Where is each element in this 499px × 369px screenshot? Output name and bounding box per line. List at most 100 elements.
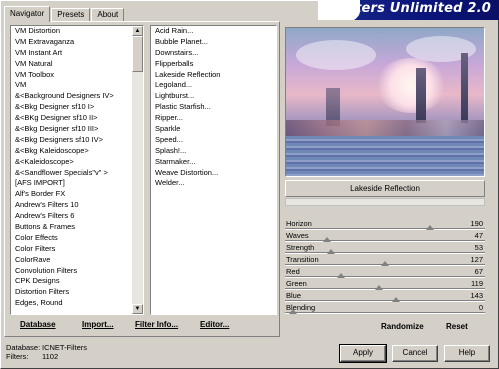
slider-value: 190 <box>470 219 483 228</box>
filter-item[interactable]: Acid Rain... <box>151 26 276 37</box>
filter-info-button[interactable]: Filter Info... <box>135 320 178 329</box>
selected-filter-name: Lakeside Reflection <box>285 180 485 197</box>
database-button[interactable]: Database <box>20 320 56 329</box>
parameter-sliders: Horizon 190 Waves 47 Strength 53 Transition 127… <box>285 218 485 314</box>
slider-label: Green <box>286 279 307 288</box>
preview-scrollbar[interactable] <box>285 198 485 206</box>
database-label: Database: <box>6 343 41 352</box>
filter-preview-image <box>285 27 485 177</box>
category-item[interactable]: VM <box>11 80 143 91</box>
status-area: Database: ICNET-Filters Filters: 1102 <box>6 343 87 361</box>
tab-about[interactable]: About <box>91 8 125 22</box>
category-item[interactable]: &<Background Designers IV> <box>11 91 143 102</box>
preview-tower <box>416 68 426 123</box>
slider-row: Red 67 <box>285 266 485 278</box>
filter-item[interactable]: Weave Distortion... <box>151 168 276 179</box>
slider-value: 143 <box>470 291 483 300</box>
slider-value: 47 <box>474 231 483 240</box>
slider-row: Horizon 190 <box>285 218 485 230</box>
preview-cloud <box>296 40 376 70</box>
filter-item[interactable]: Lakeside Reflection <box>151 70 276 81</box>
help-button[interactable]: Help <box>444 345 490 362</box>
slider-thumb[interactable] <box>289 309 297 314</box>
filter-item[interactable]: Ripper... <box>151 113 276 124</box>
filter-item[interactable]: Starmaker... <box>151 157 276 168</box>
category-item[interactable]: ColorRave <box>11 255 143 266</box>
cancel-button[interactable]: Cancel <box>392 345 438 362</box>
category-item[interactable]: VM Instant Art <box>11 48 143 59</box>
category-item[interactable]: &<Bkg Designer sf10 III> <box>11 124 143 135</box>
slider-track[interactable] <box>285 312 485 314</box>
slider-row: Transition 127 <box>285 254 485 266</box>
scroll-up-icon[interactable]: ▲ <box>132 26 143 36</box>
app-banner: Filters Unlimited 2.0 <box>318 0 499 20</box>
filter-item[interactable]: Speed... <box>151 135 276 146</box>
category-item[interactable]: &<Bkg Designers sf10 IV> <box>11 135 143 146</box>
category-item[interactable]: CPK Designs <box>11 276 143 287</box>
tab-presets[interactable]: Presets <box>51 8 91 22</box>
slider-row: Strength 53 <box>285 242 485 254</box>
database-value: ICNET-Filters <box>42 343 87 352</box>
preview-tower <box>461 53 468 123</box>
category-item[interactable]: &<BKg Designer sf10 II> <box>11 113 143 124</box>
slider-row: Waves 47 <box>285 230 485 242</box>
slider-value: 127 <box>470 255 483 264</box>
category-item[interactable]: VM Natural <box>11 59 143 70</box>
slider-row: Blending 0 <box>285 302 485 314</box>
reset-button[interactable]: Reset <box>446 322 468 331</box>
scroll-down-icon[interactable]: ▼ <box>132 304 143 314</box>
slider-value: 53 <box>474 243 483 252</box>
apply-button[interactable]: Apply <box>339 344 387 363</box>
category-list[interactable]: VM Distortion VM Extravaganza VM Instant A… <box>10 25 144 315</box>
tab-navigator[interactable]: Navigator <box>4 6 51 22</box>
category-item[interactable]: &<Sandflower Specials"v" > <box>11 168 143 179</box>
category-item[interactable]: VM Extravaganza <box>11 37 143 48</box>
slider-row: Blue 143 <box>285 290 485 302</box>
category-item[interactable]: Distortion Filters <box>11 287 143 298</box>
category-item[interactable]: Color Filters <box>11 244 143 255</box>
filter-item[interactable]: Flipperballs <box>151 59 276 70</box>
category-item[interactable]: Buttons & Frames <box>11 222 143 233</box>
category-item[interactable]: Andrew's Filters 10 <box>11 200 143 211</box>
category-item[interactable]: VM Toolbox <box>11 70 143 81</box>
slider-label: Transition <box>286 255 319 264</box>
scrollbar-thumb[interactable] <box>132 36 143 72</box>
filter-item[interactable]: Lightburst... <box>151 91 276 102</box>
slider-label: Blue <box>286 291 302 300</box>
category-item[interactable]: &<Kaleidoscope> <box>11 157 143 168</box>
filter-item[interactable]: Welder... <box>151 178 276 189</box>
preview-sun <box>376 58 446 113</box>
filter-item[interactable]: Plastic Starfish... <box>151 102 276 113</box>
slider-label: Horizon <box>286 219 312 228</box>
filter-item[interactable]: Bubble Planet... <box>151 37 276 48</box>
filter-list[interactable]: Acid Rain... Bubble Planet... Downstairs..… <box>150 25 277 315</box>
editor-button[interactable]: Editor... <box>200 320 229 329</box>
category-item[interactable]: &<Bkg Designer sf10 I> <box>11 102 143 113</box>
filters-count: 1102 <box>42 352 59 361</box>
app-title: Filters Unlimited 2.0 <box>336 1 491 16</box>
import-button[interactable]: Import... <box>82 320 114 329</box>
category-item[interactable]: Alf's Border FX <box>11 189 143 200</box>
category-item[interactable]: Color Effects <box>11 233 143 244</box>
tab-strip: Navigator Presets About <box>4 6 125 22</box>
slider-label: Red <box>286 267 300 276</box>
slider-value: 119 <box>471 279 483 288</box>
category-scrollbar[interactable]: ▲ ▼ <box>132 26 143 314</box>
filter-item[interactable]: Downstairs... <box>151 48 276 59</box>
slider-label: Strength <box>286 243 315 252</box>
filter-item[interactable]: Splash!... <box>151 146 276 157</box>
slider-value: 67 <box>474 267 483 276</box>
preview-water <box>286 136 484 176</box>
category-item[interactable]: &<Bkg Kaleidoscope> <box>11 146 143 157</box>
filter-item[interactable]: Legoland... <box>151 80 276 91</box>
filter-item[interactable]: Sparkle <box>151 124 276 135</box>
category-item[interactable]: Edges, Round <box>11 298 143 309</box>
category-item[interactable]: VM Distortion <box>11 26 143 37</box>
slider-value: 0 <box>478 303 483 312</box>
category-item[interactable]: Andrew's Filters 6 <box>11 211 143 222</box>
category-item[interactable]: Convolution Filters <box>11 266 143 277</box>
category-item[interactable]: [AFS IMPORT] <box>11 178 143 189</box>
filters-label: Filters: <box>6 352 29 361</box>
slider-row: Green 119 <box>285 278 485 290</box>
randomize-button[interactable]: Randomize <box>381 322 424 331</box>
